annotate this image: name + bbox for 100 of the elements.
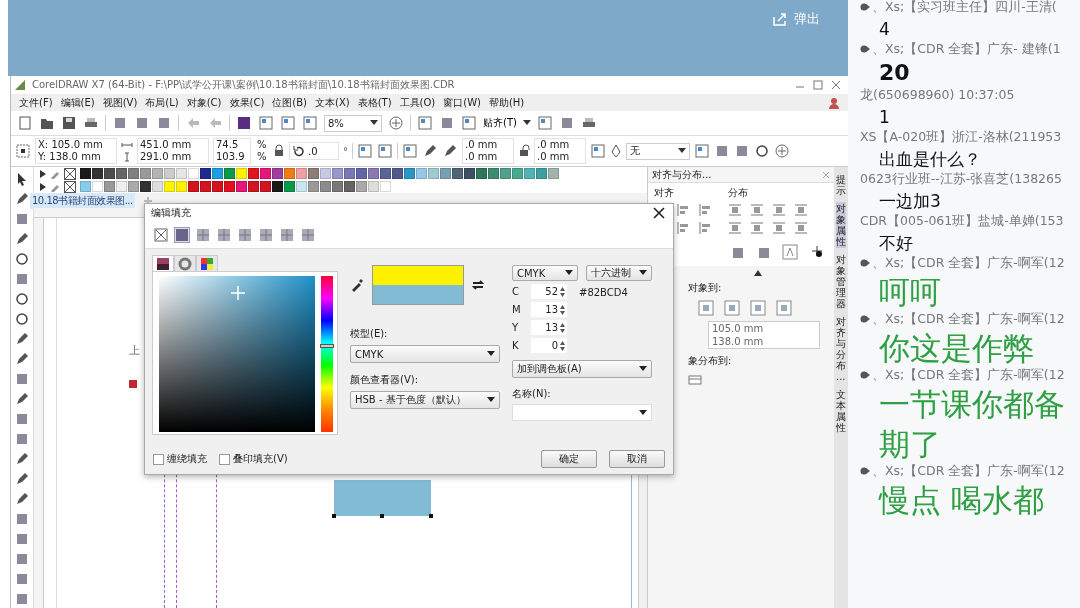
fill-type-button[interactable]	[258, 227, 274, 243]
viewer-dropdown[interactable]: HSB - 基于色度（默认）	[350, 391, 500, 409]
angle-field[interactable]: .0	[289, 142, 339, 160]
distribute-icon[interactable]	[728, 203, 742, 217]
checkbox[interactable]	[153, 453, 164, 465]
color-swatch[interactable]	[272, 181, 283, 192]
color-swatch[interactable]	[164, 168, 175, 179]
collapse-icon[interactable]	[754, 270, 762, 276]
toolbar-icon[interactable]	[754, 143, 770, 159]
menu-item[interactable]: 窗口(W)	[443, 95, 481, 110]
checkbox[interactable]	[219, 453, 230, 465]
position-field[interactable]: X: 105.0 mm Y: 138.0 mm	[35, 138, 117, 164]
color-swatch[interactable]	[452, 168, 463, 179]
scale-unit[interactable]: % %	[255, 139, 269, 163]
menu-item[interactable]: 效果(C)	[229, 95, 265, 110]
color-swatch[interactable]	[104, 168, 115, 179]
distribute-icon[interactable]	[688, 373, 702, 387]
size-field[interactable]: 451.0 mm 291.0 mm	[137, 138, 209, 164]
distribute-icon[interactable]	[728, 221, 742, 235]
color-field[interactable]	[159, 276, 315, 432]
text-align-icon[interactable]	[756, 245, 770, 259]
align-target-icon[interactable]	[724, 300, 740, 316]
distribute-icon[interactable]	[794, 221, 808, 235]
menu-item[interactable]: 位图(B)	[272, 95, 307, 110]
color-swatch[interactable]	[128, 168, 139, 179]
fill-type-button[interactable]	[279, 227, 295, 243]
format-dropdown[interactable]: 十六进制	[586, 265, 652, 281]
color-swatch[interactable]	[320, 168, 331, 179]
color-swatch[interactable]	[548, 168, 559, 179]
model-dropdown[interactable]: CMYK	[350, 345, 500, 363]
color-swatch[interactable]	[116, 168, 127, 179]
tool-icon[interactable]	[14, 231, 30, 247]
align-target-icon[interactable]	[750, 300, 766, 316]
menu-item[interactable]: 编辑(E)	[60, 95, 95, 110]
color-swatch[interactable]	[284, 168, 295, 179]
color-swatch[interactable]	[212, 168, 223, 179]
menu-item[interactable]: 视图(V)	[102, 95, 138, 110]
distribute-icon[interactable]	[750, 203, 764, 217]
text-frame-icon[interactable]	[782, 244, 798, 260]
lock-icon[interactable]	[273, 143, 285, 159]
color-swatch[interactable]	[260, 168, 271, 179]
document-tab[interactable]: 10.18书籍封面效果图...	[30, 192, 135, 209]
side-tab[interactable]: 对齐与分布...	[836, 315, 846, 383]
fill-type-button[interactable]	[237, 227, 253, 243]
color-swatch[interactable]	[224, 168, 235, 179]
color-swatch[interactable]	[512, 168, 523, 179]
color-swatch[interactable]	[176, 181, 187, 192]
value-spinner[interactable]: 0	[531, 338, 567, 353]
outline-dropdown[interactable]: 无	[626, 142, 690, 160]
value-spinner[interactable]: 13	[531, 320, 567, 335]
color-swatch[interactable]	[296, 181, 307, 192]
distribute-icon[interactable]	[750, 221, 764, 235]
color-swatch[interactable]	[260, 181, 271, 192]
lock-icon[interactable]	[518, 143, 530, 159]
anchor-icon[interactable]	[15, 143, 31, 159]
color-swatch[interactable]	[308, 181, 319, 192]
menu-item[interactable]: 工具(O)	[399, 95, 436, 110]
color-swatch[interactable]	[236, 181, 247, 192]
color-swatch[interactable]	[308, 168, 319, 179]
fill-type-button[interactable]	[195, 227, 211, 243]
tool-icon[interactable]	[14, 391, 30, 407]
align-target-icon[interactable]	[698, 300, 714, 316]
color-swatch[interactable]	[416, 168, 427, 179]
color-swatch[interactable]	[476, 168, 487, 179]
color-swatch[interactable]	[488, 168, 499, 179]
color-swatch[interactable]	[332, 181, 343, 192]
zoom-dropdown[interactable]: 8%	[324, 114, 382, 132]
fill-type-button[interactable]	[300, 227, 316, 243]
viewer-tab[interactable]	[196, 255, 218, 271]
color-swatch[interactable]	[536, 168, 547, 179]
color-swatch[interactable]	[92, 181, 103, 192]
tool-icon[interactable]	[14, 331, 30, 347]
hue-thumb[interactable]	[320, 344, 334, 349]
side-tab[interactable]: 对象管理器	[836, 253, 846, 310]
menu-item[interactable]: 文件(F)	[19, 95, 53, 110]
mode-dropdown[interactable]: CMYK	[512, 265, 578, 281]
maximize-icon[interactable]	[812, 79, 824, 91]
color-swatch[interactable]	[188, 181, 199, 192]
color-swatch[interactable]	[236, 168, 247, 179]
tool-icon[interactable]	[14, 191, 30, 207]
color-swatch[interactable]	[440, 168, 451, 179]
fill-type-button[interactable]	[216, 227, 232, 243]
color-swatch[interactable]	[248, 168, 259, 179]
color-swatch[interactable]	[200, 168, 211, 179]
fill-type-button[interactable]	[153, 227, 169, 243]
name-field[interactable]	[512, 404, 652, 421]
color-swatch[interactable]	[104, 181, 115, 192]
text-align-icon[interactable]	[730, 245, 744, 259]
color-swatch[interactable]	[368, 181, 379, 192]
color-swatch[interactable]	[92, 168, 103, 179]
menu-item[interactable]: 帮助(H)	[488, 95, 525, 110]
color-swatch[interactable]	[248, 181, 259, 192]
side-tab[interactable]: 文本属性	[836, 388, 846, 434]
color-swatch[interactable]	[428, 168, 439, 179]
color-swatch[interactable]	[320, 181, 331, 192]
color-swatch[interactable]	[164, 181, 175, 192]
align-target-icon[interactable]	[776, 300, 792, 316]
scale-field[interactable]: 74.5 103.9	[213, 138, 251, 164]
value-spinner[interactable]: 52	[531, 284, 567, 299]
hue-slider[interactable]	[321, 276, 333, 432]
